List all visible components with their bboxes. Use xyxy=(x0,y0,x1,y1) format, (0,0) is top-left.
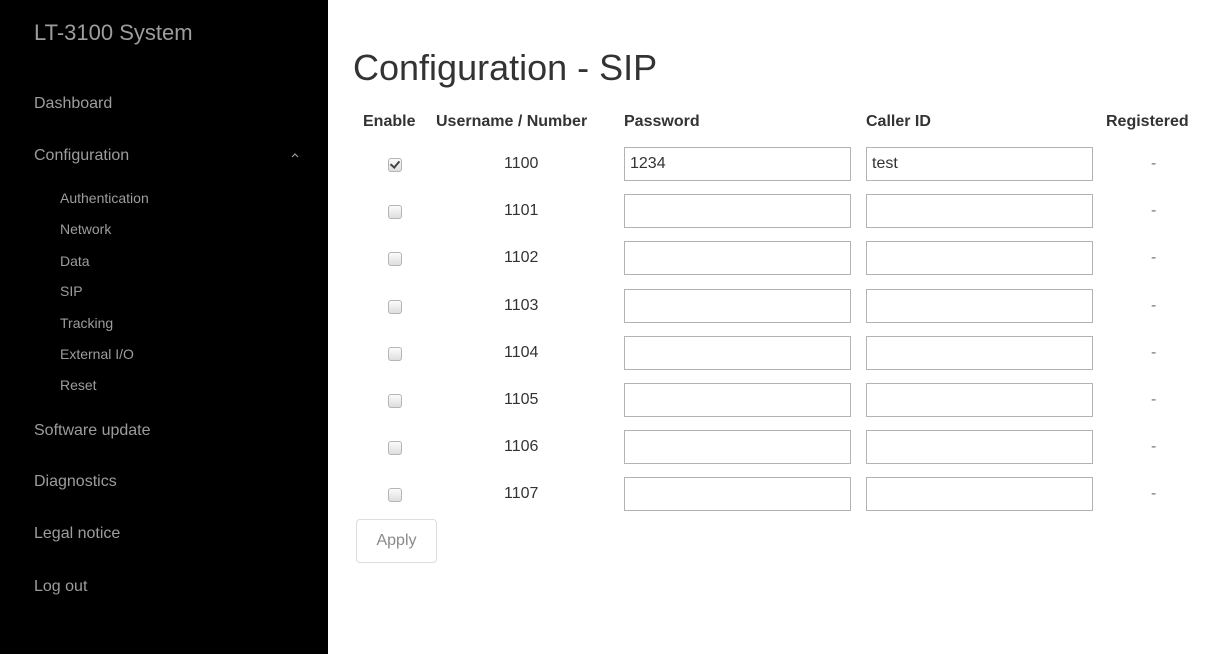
enable-checkbox[interactable] xyxy=(388,158,402,172)
sub-item-data[interactable]: Data xyxy=(60,252,90,270)
registered-status: - xyxy=(1151,249,1157,267)
sidebar: LT-3100 System Dashboard Configuration A… xyxy=(0,0,328,654)
registered-status: - xyxy=(1151,438,1157,456)
enable-checkbox[interactable] xyxy=(388,394,402,408)
registered-status: - xyxy=(1151,296,1157,314)
caller-id-input[interactable] xyxy=(866,288,1093,323)
caller-id-input[interactable] xyxy=(866,430,1093,465)
nav-item-log-out[interactable]: Log out xyxy=(34,577,87,597)
nav-item-diagnostics[interactable]: Diagnostics xyxy=(34,472,117,492)
header-password: Password xyxy=(624,113,700,130)
username-number: 1100 xyxy=(504,155,539,172)
caller-id-input[interactable] xyxy=(866,335,1093,370)
enable-checkbox[interactable] xyxy=(388,205,402,220)
page-title: Configuration - SIP xyxy=(353,47,658,88)
password-input[interactable] xyxy=(624,430,851,465)
table-row: 1106 - xyxy=(328,428,1218,466)
caller-id-input[interactable] xyxy=(866,241,1093,276)
sub-item-authentication[interactable]: Authentication xyxy=(60,189,149,207)
enable-checkbox[interactable] xyxy=(388,299,402,314)
caller-id-input[interactable] xyxy=(866,477,1093,512)
password-input[interactable] xyxy=(624,477,851,512)
username-number: 1102 xyxy=(504,249,539,267)
table-row: 1103 - xyxy=(328,287,1218,325)
header-registered: Registered xyxy=(1106,113,1189,130)
sub-item-network[interactable]: Network xyxy=(60,220,111,238)
table-row: 1102 - xyxy=(328,239,1218,277)
brand-title[interactable]: LT-3100 System xyxy=(34,20,193,46)
main-content: Configuration - SIP Enable Username / Nu… xyxy=(328,0,1218,654)
table-row: 1100 - xyxy=(328,145,1218,183)
nav-item-legal-notice[interactable]: Legal notice xyxy=(34,524,120,544)
table-row: 1104 - xyxy=(328,334,1218,372)
header-caller-id: Caller ID xyxy=(866,113,931,130)
registered-status: - xyxy=(1151,202,1157,220)
sub-item-reset[interactable]: Reset xyxy=(60,376,97,394)
username-number: 1106 xyxy=(504,438,539,456)
enable-checkbox[interactable] xyxy=(388,488,402,503)
password-input[interactable] xyxy=(624,383,851,417)
username-number: 1105 xyxy=(504,391,539,408)
registered-status: - xyxy=(1151,343,1157,361)
registered-status: - xyxy=(1151,155,1157,172)
table-row: 1105 - xyxy=(328,381,1218,419)
sub-item-sip[interactable]: SIP xyxy=(60,282,83,300)
password-input[interactable] xyxy=(624,241,851,276)
username-number: 1103 xyxy=(504,296,539,314)
username-number: 1101 xyxy=(504,202,539,220)
apply-button[interactable]: Apply xyxy=(356,519,437,563)
nav-item-configuration[interactable]: Configuration xyxy=(34,146,129,166)
registered-status: - xyxy=(1151,485,1157,503)
password-input[interactable] xyxy=(624,147,851,181)
caller-id-input[interactable] xyxy=(866,147,1093,181)
sub-item-external-io[interactable]: External I/O xyxy=(60,345,134,363)
sub-item-tracking[interactable]: Tracking xyxy=(60,314,113,332)
chevron-up-icon[interactable] xyxy=(290,150,300,160)
enable-checkbox[interactable] xyxy=(388,441,402,456)
password-input[interactable] xyxy=(624,194,851,229)
registered-status: - xyxy=(1151,391,1157,408)
table-row: 1107 - xyxy=(328,475,1218,513)
enable-checkbox[interactable] xyxy=(388,346,402,361)
password-input[interactable] xyxy=(624,335,851,370)
caller-id-input[interactable] xyxy=(866,383,1093,417)
nav-item-software-update[interactable]: Software update xyxy=(34,421,151,441)
username-number: 1107 xyxy=(504,485,539,503)
enable-checkbox[interactable] xyxy=(388,252,402,267)
header-enable: Enable xyxy=(363,113,416,130)
password-input[interactable] xyxy=(624,288,851,323)
header-username: Username / Number xyxy=(436,113,588,130)
nav-item-dashboard[interactable]: Dashboard xyxy=(34,94,112,114)
caller-id-input[interactable] xyxy=(866,194,1093,229)
username-number: 1104 xyxy=(504,343,539,361)
table-row: 1101 - xyxy=(328,192,1218,230)
